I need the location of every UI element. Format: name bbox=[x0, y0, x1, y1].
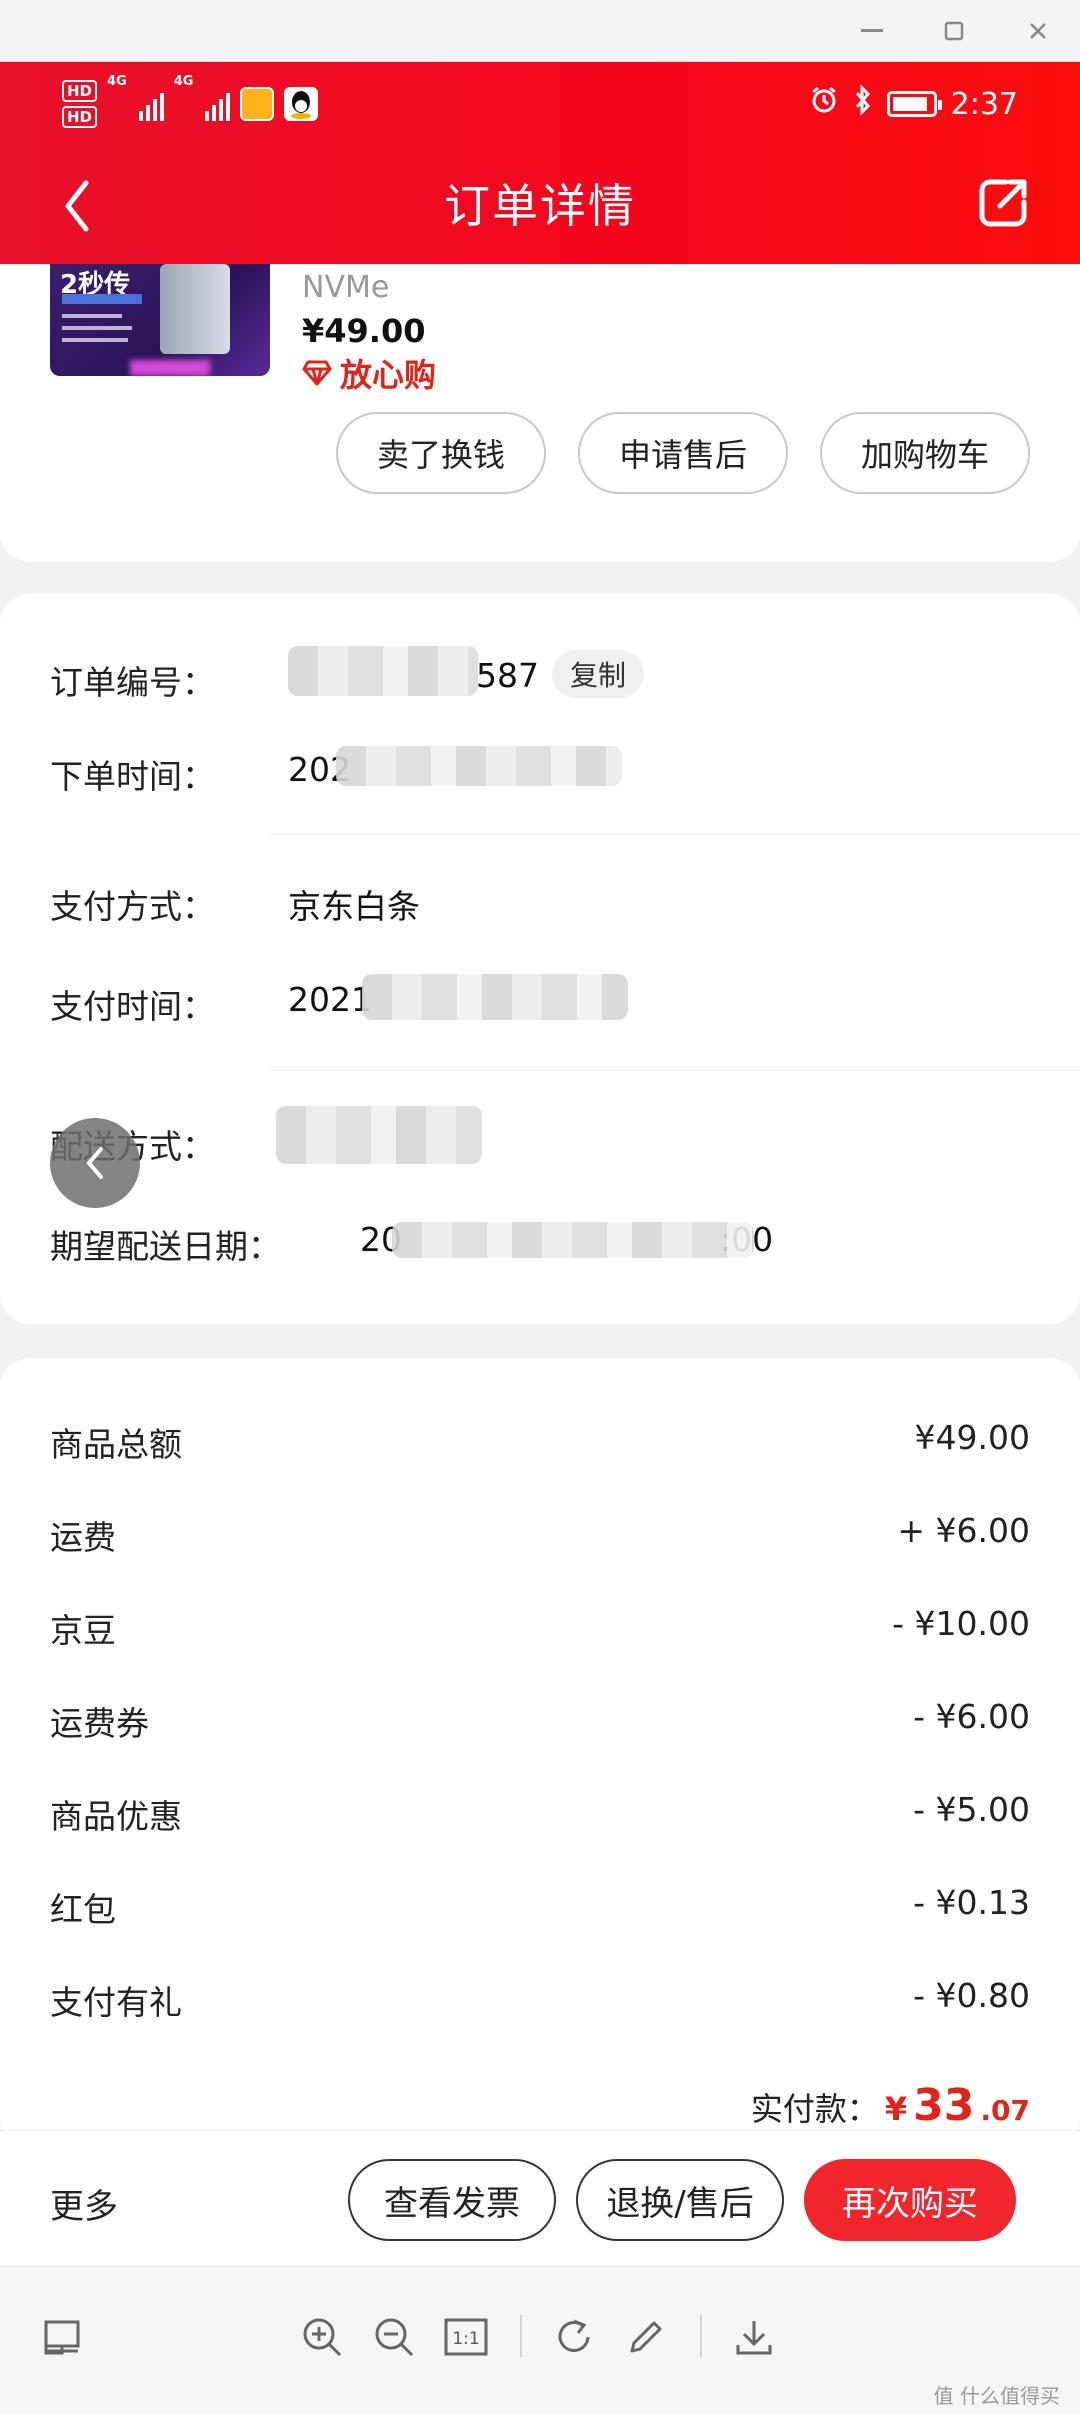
zoom-in-icon[interactable] bbox=[290, 2305, 354, 2369]
amount-row-label: 商品总额 bbox=[50, 1425, 182, 1464]
qq-icon bbox=[284, 87, 319, 121]
redacted-pay-time bbox=[362, 974, 628, 1020]
network-label: 4G bbox=[173, 74, 194, 89]
battery-icon bbox=[886, 91, 942, 117]
amount-row-value: - ¥5.00 bbox=[913, 1790, 1030, 1829]
buy-again-button[interactable]: 再次购买 bbox=[804, 2159, 1016, 2241]
actual-size-label: 1:1 bbox=[452, 2329, 479, 2349]
product-thumbnail[interactable]: 2秒传 bbox=[50, 264, 270, 376]
hd-badge: HD bbox=[62, 80, 98, 102]
paid-decimal: .07 bbox=[980, 2094, 1030, 2127]
divider bbox=[270, 834, 1080, 835]
assured-label: 放心购 bbox=[340, 356, 437, 394]
amount-row-label: 京豆 bbox=[50, 1611, 116, 1650]
close-icon[interactable] bbox=[1016, 10, 1060, 52]
amount-row-label: 运费券 bbox=[50, 1704, 149, 1743]
redacted-order-number bbox=[288, 646, 478, 696]
redacted-expected-date bbox=[392, 1222, 754, 1258]
copy-button[interactable]: 复制 bbox=[552, 650, 644, 698]
more-button[interactable]: 更多 bbox=[50, 2179, 118, 2228]
order-number-value: 587 bbox=[476, 656, 539, 695]
chevron-left-icon bbox=[86, 1147, 103, 1179]
sell-button[interactable]: 卖了换钱 bbox=[336, 412, 546, 494]
share-button[interactable] bbox=[968, 168, 1038, 238]
actual-size-icon[interactable]: 1:1 bbox=[434, 2305, 498, 2369]
page-title: 订单详情 bbox=[444, 179, 636, 233]
expected-date-label: 期望配送日期： bbox=[50, 1227, 281, 1266]
window-titlebar bbox=[0, 0, 1080, 62]
divider bbox=[270, 1070, 1080, 1071]
bottom-action-bar: 更多 查看发票 退换/售后 再次购买 bbox=[0, 2130, 1080, 2266]
amount-card bbox=[0, 1358, 1080, 2148]
viewer-toolbar: 1:1 bbox=[0, 2266, 1080, 2414]
edit-icon[interactable] bbox=[614, 2305, 678, 2369]
layout-icon[interactable] bbox=[30, 2305, 94, 2369]
pay-method-label: 支付方式： bbox=[50, 887, 215, 926]
amount-row-value: ¥49.00 bbox=[914, 1418, 1030, 1457]
paid-currency: ¥ bbox=[884, 2090, 908, 2128]
amount-row-value: - ¥10.00 bbox=[892, 1604, 1030, 1643]
watermark: 值 什么值得买 bbox=[933, 2384, 1060, 2408]
signal-icon bbox=[205, 87, 231, 121]
redacted-order-time bbox=[336, 746, 622, 786]
amount-row-value: + ¥6.00 bbox=[897, 1511, 1030, 1550]
status-bar-right: 2:37 bbox=[809, 74, 1018, 134]
add-to-cart-button[interactable]: 加购物车 bbox=[820, 412, 1030, 494]
diamond-icon bbox=[302, 360, 332, 386]
view-invoice-button[interactable]: 查看发票 bbox=[348, 2159, 556, 2241]
minimize-icon[interactable] bbox=[850, 10, 894, 52]
maximize-icon[interactable] bbox=[932, 10, 976, 52]
amount-row-label: 红包 bbox=[50, 1890, 116, 1929]
amount-row-label: 商品优惠 bbox=[50, 1797, 182, 1836]
paid-integer: 33 bbox=[913, 2080, 975, 2131]
status-bar-left: HD HD 4G 4G bbox=[62, 74, 319, 134]
pay-time-label: 支付时间： bbox=[50, 987, 215, 1026]
rotate-icon[interactable] bbox=[542, 2305, 606, 2369]
return-button[interactable]: 退换/售后 bbox=[576, 2159, 784, 2241]
paid-amount: 实付款： ¥33.07 bbox=[751, 2080, 1030, 2131]
order-time-label: 下单时间： bbox=[50, 757, 215, 796]
amount-row-label: 支付有礼 bbox=[50, 1983, 182, 2022]
order-number-label: 订单编号： bbox=[50, 663, 215, 702]
status-time: 2:37 bbox=[950, 86, 1018, 122]
amount-row-value: - ¥0.13 bbox=[913, 1883, 1030, 1922]
hd-badge: HD bbox=[62, 106, 98, 128]
floating-back-button[interactable] bbox=[50, 1118, 140, 1208]
after-sales-button[interactable]: 申请售后 bbox=[578, 412, 788, 494]
network-label: 4G bbox=[107, 74, 127, 89]
share-icon bbox=[979, 179, 1027, 227]
bluetooth-icon bbox=[853, 84, 873, 124]
amount-row-value: - ¥0.80 bbox=[913, 1976, 1030, 2015]
signal-icon bbox=[138, 87, 164, 121]
app-notification-icon bbox=[240, 87, 275, 121]
amount-row-value: - ¥6.00 bbox=[913, 1697, 1030, 1736]
toolbar-separator bbox=[520, 2315, 522, 2357]
pay-time-value: 2021 bbox=[288, 980, 372, 1019]
amount-row-label: 运费 bbox=[50, 1518, 116, 1557]
pay-method-value: 京东白条 bbox=[288, 887, 420, 926]
redacted-delivery-method bbox=[276, 1106, 482, 1164]
zoom-out-icon[interactable] bbox=[362, 2305, 426, 2369]
product-subtitle: NVMe bbox=[302, 270, 390, 305]
assured-badge: 放心购 bbox=[302, 350, 436, 396]
product-price: ¥49.00 bbox=[302, 312, 426, 350]
download-icon[interactable] bbox=[722, 2305, 786, 2369]
paid-label: 实付款： bbox=[750, 2090, 879, 2128]
toolbar-separator bbox=[700, 2315, 702, 2357]
alarm-icon bbox=[809, 85, 839, 123]
app-header: HD HD 4G 4G 2:37 订单详情 bbox=[0, 62, 1080, 264]
